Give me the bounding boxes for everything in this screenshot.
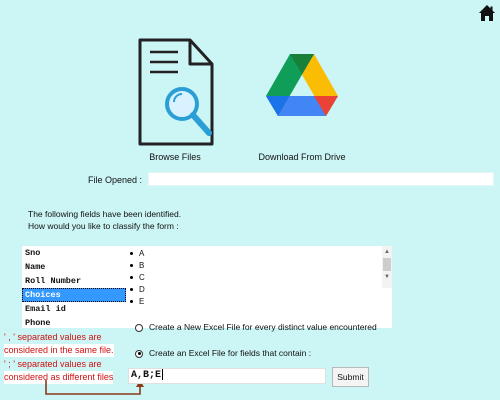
fields-listbox[interactable]: Sno Name Roll Number Choices Email id Ph… [22, 246, 392, 328]
bullet-icon [130, 288, 133, 292]
option-distinct-values[interactable]: Create a New Excel File for every distin… [135, 322, 377, 332]
bullet-icon [130, 300, 133, 304]
field-item-name[interactable]: Name [22, 260, 126, 274]
value-item[interactable]: D [130, 284, 145, 296]
value-item[interactable]: A [130, 248, 145, 260]
semicolon-note-line-1: ' ; ' separated values are [4, 359, 102, 369]
value-item[interactable]: B [130, 260, 145, 272]
submit-button[interactable]: Submit [332, 367, 369, 387]
field-item-choices[interactable]: Choices [22, 288, 126, 302]
bullet-icon [130, 276, 133, 280]
intro-line-2: How would you like to classify the form … [28, 221, 179, 231]
field-list: Sno Name Roll Number Choices Email id Ph… [22, 246, 126, 330]
file-opened-label: File Opened : [88, 175, 143, 185]
scroll-thumb[interactable] [383, 258, 391, 271]
option-fields-contain-label: Create an Excel File for fields that con… [149, 348, 312, 358]
value-label: D [139, 285, 145, 294]
document-search-icon [138, 38, 214, 146]
scroll-down-icon[interactable]: ▼ [382, 271, 392, 283]
value-item[interactable]: C [130, 272, 145, 284]
option-distinct-values-label: Create a New Excel File for every distin… [149, 322, 377, 332]
intro-line-1: The following fields have been identifie… [28, 209, 182, 219]
value-item[interactable]: E [130, 296, 145, 308]
field-values-input[interactable]: A,B;E [128, 368, 326, 384]
browse-files-label: Browse Files [149, 152, 201, 162]
field-item-email-id[interactable]: Email id [22, 302, 126, 316]
bullet-icon [130, 264, 133, 268]
home-button[interactable] [478, 4, 496, 22]
download-from-drive-button[interactable]: Download From Drive [250, 36, 354, 164]
download-from-drive-label: Download From Drive [258, 152, 346, 162]
field-values-text: A,B;E [131, 370, 162, 382]
google-drive-icon [266, 54, 338, 116]
value-list: A B C D E [130, 248, 145, 308]
text-caret [162, 369, 164, 380]
radio-distinct-values[interactable] [135, 323, 143, 332]
value-label: C [139, 273, 145, 282]
field-item-roll-number[interactable]: Roll Number [22, 274, 126, 288]
radio-fields-contain[interactable] [135, 349, 143, 358]
bullet-icon [130, 252, 133, 256]
file-opened-field[interactable] [148, 172, 494, 186]
option-fields-contain[interactable]: Create an Excel File for fields that con… [135, 348, 311, 358]
home-icon [479, 5, 495, 21]
value-label: E [139, 297, 145, 306]
comma-note-line-1: ' , ' separated values are [4, 332, 102, 342]
comma-note: ' , ' separated values are considered in… [4, 331, 114, 357]
field-item-phone[interactable]: Phone [22, 316, 126, 330]
value-label: B [139, 261, 145, 270]
browse-files-button[interactable]: Browse Files [130, 36, 220, 164]
comma-note-line-2: considered in the same file. [4, 344, 114, 357]
scroll-up-icon[interactable]: ▲ [382, 246, 392, 258]
classification-intro: The following fields have been identifie… [28, 208, 181, 232]
value-label: A [139, 249, 145, 258]
field-item-sno[interactable]: Sno [22, 246, 126, 260]
listbox-scrollbar[interactable]: ▲ ▼ [382, 246, 392, 288]
